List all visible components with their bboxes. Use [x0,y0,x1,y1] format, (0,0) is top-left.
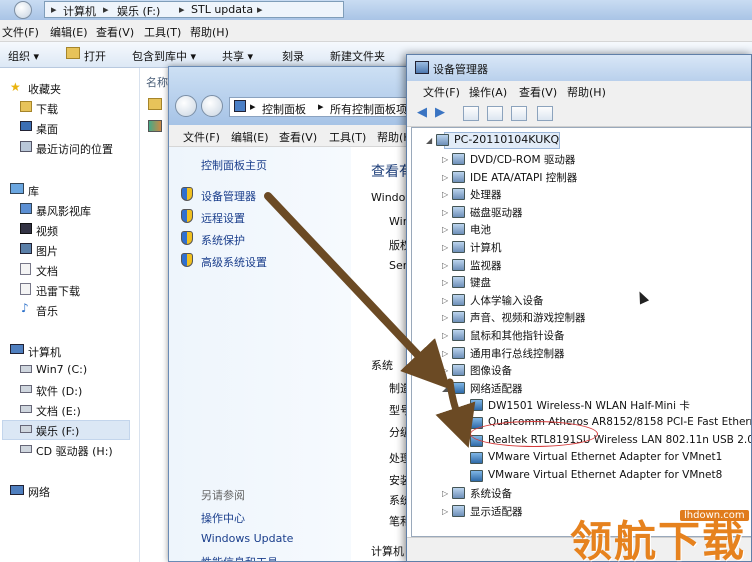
arrow-to-network-adapters [264,192,451,390]
arrow-to-realtek-adapter [435,378,476,448]
annotation-arrows [264,192,476,448]
watermark-url: lhdown.com [680,510,749,521]
